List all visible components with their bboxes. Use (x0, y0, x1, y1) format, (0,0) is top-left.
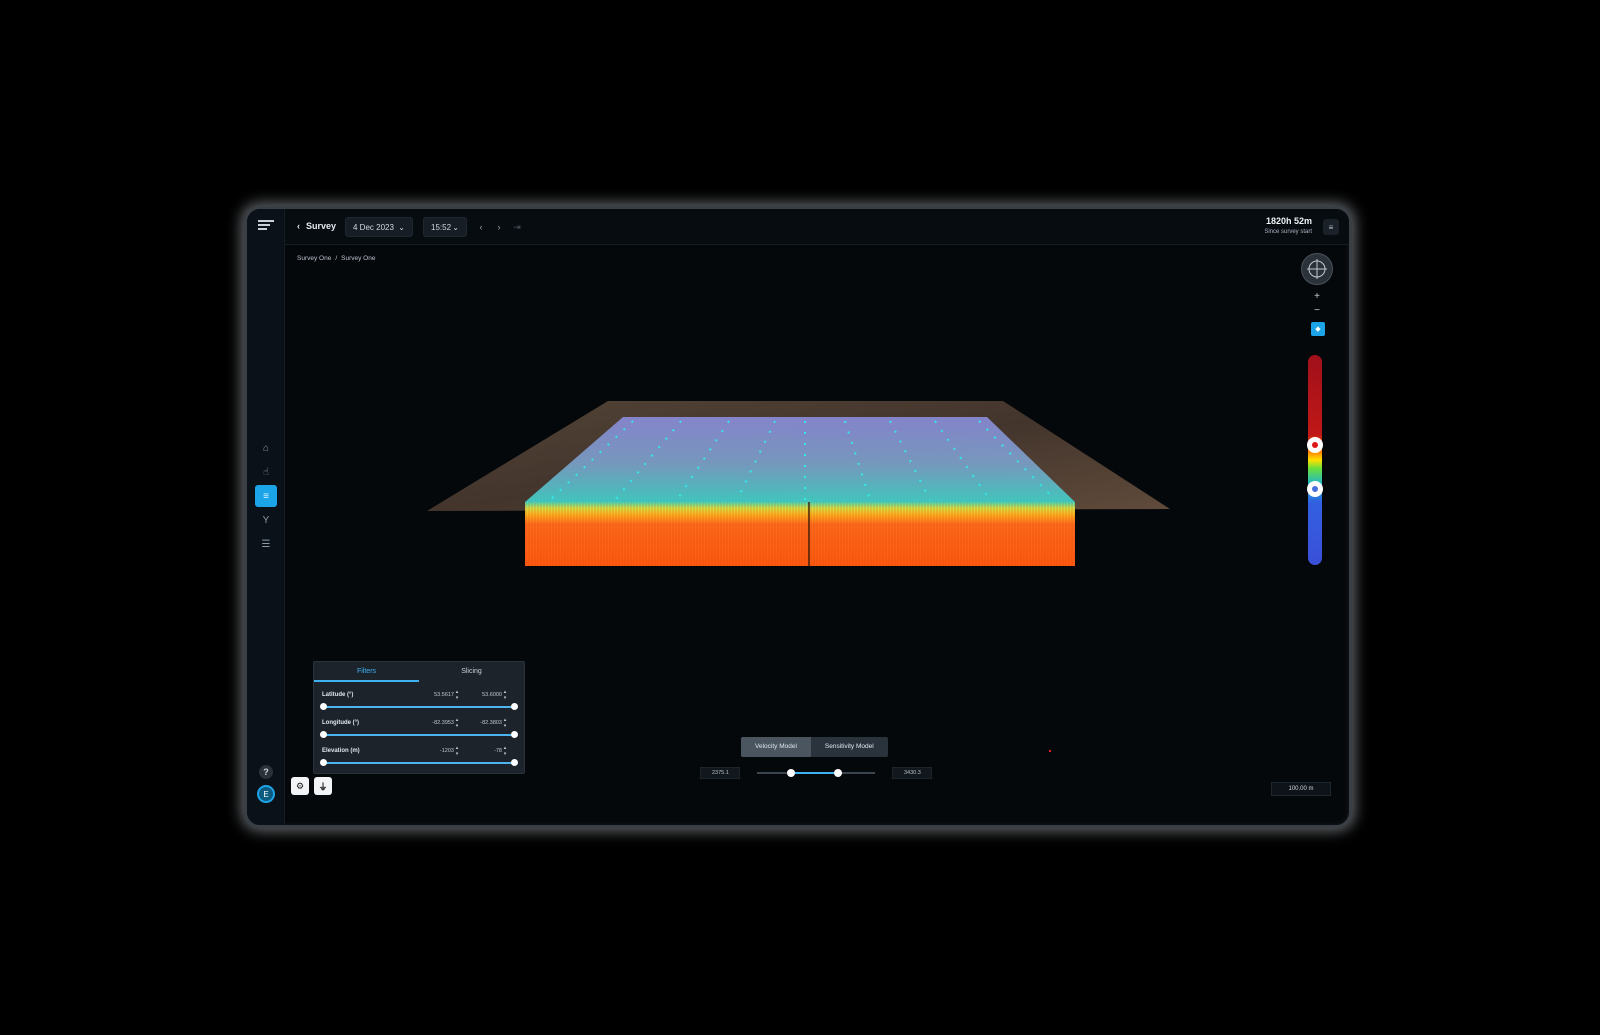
scale-bar: 100.00 m (1271, 782, 1331, 796)
skip-to-end-button[interactable]: ⇥ (509, 217, 525, 237)
back-button[interactable]: ‹ Survey (297, 221, 336, 231)
model-toggle: Velocity Model Sensitivity Model (741, 737, 888, 757)
settings-gear-icon[interactable]: ⚙ (291, 777, 309, 795)
date-value: 4 Dec 2023 (353, 222, 394, 232)
elevation-label: Elevation (m) (322, 748, 360, 754)
velocity-max-input[interactable]: 3430.3 (892, 767, 932, 779)
velocity-texture (525, 502, 1075, 566)
panel-tabs: Filters Slicing (314, 662, 524, 682)
longitude-min-input[interactable]: -82.3953 (424, 717, 462, 729)
app-logo (258, 220, 274, 230)
longitude-range-track[interactable] (322, 734, 516, 736)
latitude-min-input[interactable]: 53.5617 (424, 689, 462, 701)
back-label: Survey (306, 221, 337, 231)
latitude-min-handle[interactable] (320, 703, 327, 710)
colorbar-lower-handle[interactable] (1307, 481, 1323, 498)
pointer-icon[interactable]: ☝ (255, 461, 277, 483)
sidebar: ⌂ ☝ ≡ Y ☰ ? E (247, 209, 285, 825)
zoom-out-button[interactable]: − (1311, 305, 1323, 316)
database-icon[interactable]: ☰ (255, 533, 277, 555)
latitude-label: Latitude (°) (322, 692, 354, 698)
latitude-range-track[interactable] (322, 706, 516, 708)
longitude-min-handle[interactable] (320, 731, 327, 738)
velocity-range-fill (791, 772, 839, 774)
elevation-min-handle[interactable] (320, 759, 327, 766)
velocity-min-input[interactable]: 2375.1 (700, 767, 740, 779)
breadcrumb-separator: / (335, 255, 338, 262)
tab-filters[interactable]: Filters (314, 662, 419, 682)
layers-icon[interactable]: ≡ (255, 485, 277, 507)
breadcrumb: Survey One / Survey One (297, 255, 375, 262)
breadcrumb-item[interactable]: Survey One (341, 255, 375, 262)
elevation-max-input[interactable]: -78 (472, 745, 510, 757)
tab-slicing[interactable]: Slicing (419, 662, 524, 682)
elevation-range-track[interactable] (322, 762, 516, 764)
elevation-filter: Elevation (m) -1203 -78 (320, 745, 518, 772)
elapsed-time: 1820h 52m Since survey start (1264, 216, 1312, 235)
elevation-min-input[interactable]: -1203 (424, 745, 462, 757)
menu-button[interactable]: ≡ (1323, 219, 1339, 235)
time-value: 15:52 (431, 222, 452, 232)
longitude-max-input[interactable]: -82.3803 (472, 717, 510, 729)
elapsed-caption: Since survey start (1264, 229, 1312, 235)
top-bar: ‹ Survey 4 Dec 2023 ⌄ 15:52 ⌄ ‹ › ⇥ 1820… (285, 209, 1349, 245)
latitude-max-input[interactable]: 53.6000 (472, 689, 510, 701)
longitude-max-handle[interactable] (511, 731, 518, 738)
longitude-filter: Longitude (°) -82.3953 -82.3803 (320, 717, 518, 744)
date-picker[interactable]: 4 Dec 2023 ⌄ (345, 217, 413, 237)
app-window: ⌂ ☝ ≡ Y ☰ ? E ‹ Survey 4 Dec 2023 ⌄ 15:5… (244, 206, 1352, 828)
latitude-max-handle[interactable] (511, 703, 518, 710)
home-icon[interactable]: ⌂ (255, 437, 277, 459)
breadcrumb-item[interactable]: Survey One (297, 255, 331, 262)
sensitivity-model-button[interactable]: Sensitivity Model (811, 737, 888, 757)
compass-icon[interactable] (1301, 253, 1333, 285)
latitude-filter: Latitude (°) 53.5617 53.6000 (320, 689, 518, 716)
chevron-down-icon: ⌄ (452, 222, 459, 232)
chevron-left-icon: ‹ (297, 221, 300, 231)
velocity-model-button[interactable]: Velocity Model (741, 737, 811, 757)
layer-toggle-button[interactable]: ◆ (1311, 322, 1325, 336)
previous-step-button[interactable]: ‹ (473, 217, 489, 237)
avatar[interactable]: E (257, 785, 275, 803)
filters-panel: Filters Slicing Latitude (°) 53.5617 53.… (313, 661, 525, 774)
elevation-max-handle[interactable] (511, 759, 518, 766)
time-picker[interactable]: 15:52 ⌄ (423, 217, 467, 237)
elapsed-value: 1820h 52m (1265, 216, 1312, 226)
compass-graphic (1307, 259, 1327, 279)
colorbar-upper-handle[interactable] (1307, 437, 1323, 454)
help-icon[interactable]: ? (259, 765, 273, 779)
velocity-range-slider[interactable] (757, 769, 875, 777)
antenna-icon[interactable]: Y (255, 509, 277, 531)
velocity-colorbar[interactable] (1307, 355, 1323, 565)
filter-funnel-icon[interactable]: ⏚ (314, 777, 332, 795)
zoom-in-button[interactable]: + (1311, 291, 1323, 302)
marker-dot (1048, 749, 1052, 753)
next-step-button[interactable]: › (491, 217, 507, 237)
longitude-label: Longitude (°) (322, 720, 360, 726)
chevron-down-icon: ⌄ (398, 222, 405, 232)
